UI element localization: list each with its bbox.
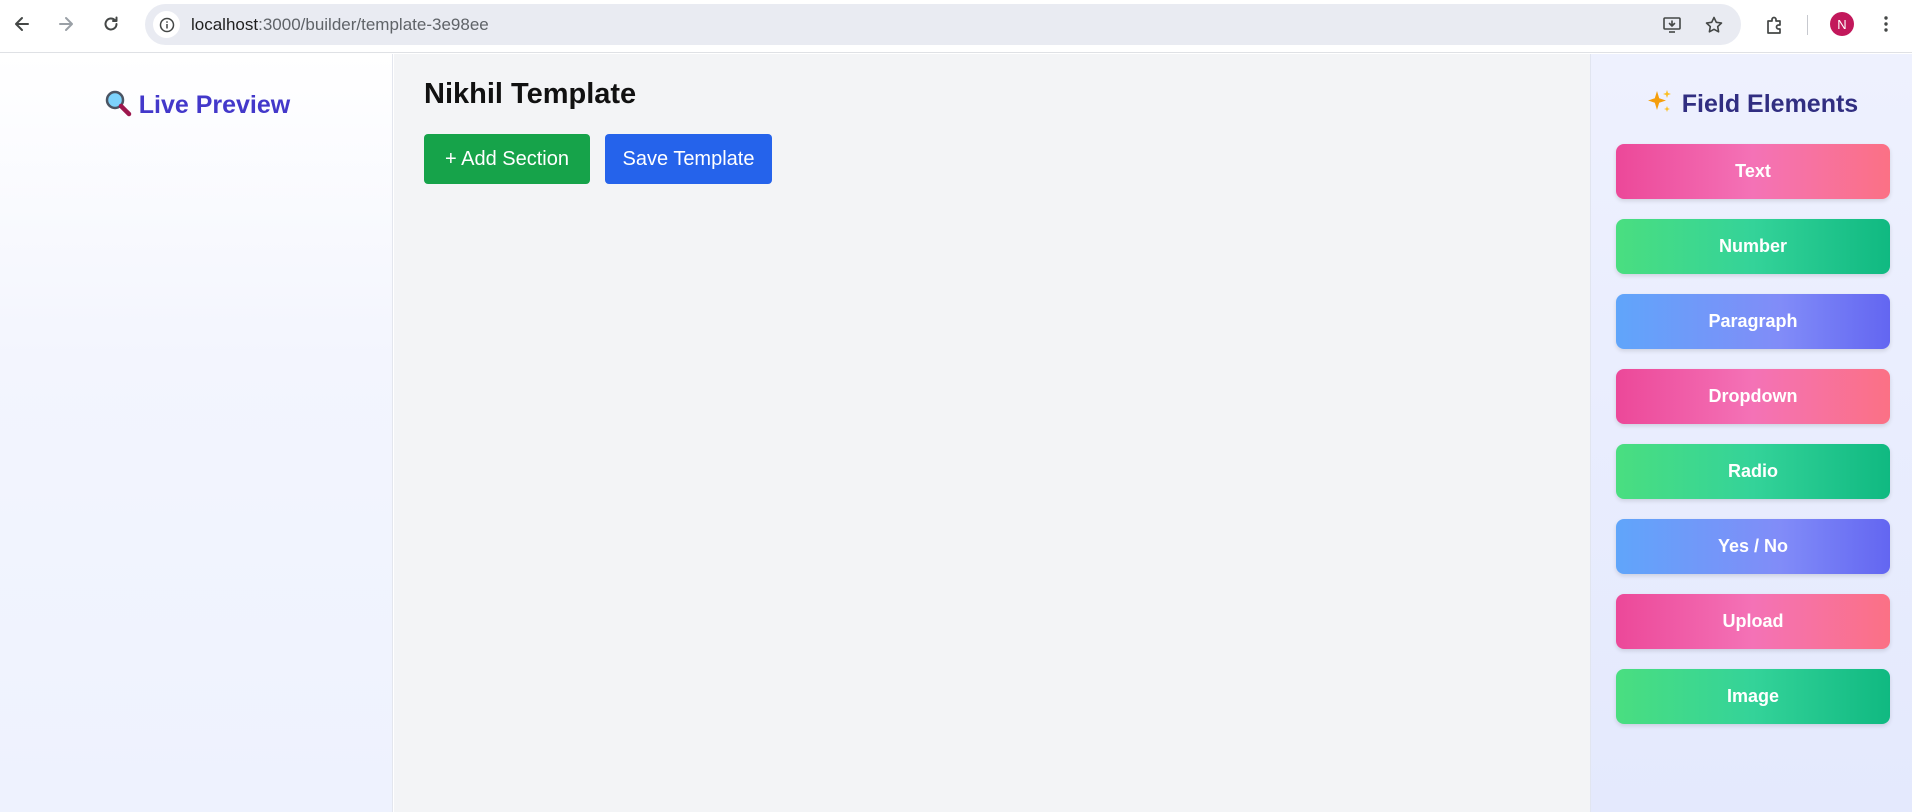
field-image-button[interactable]: Image (1616, 669, 1890, 724)
magnifier-icon (105, 90, 131, 117)
field-radio-button[interactable]: Radio (1616, 444, 1890, 499)
field-yes-no-button[interactable]: Yes / No (1616, 519, 1890, 574)
extensions-button[interactable] (1760, 10, 1790, 40)
template-name: Nikhil Template (424, 78, 637, 110)
sparkles-icon (1647, 90, 1671, 112)
address-bar[interactable]: localhost:3000/builder/template-3e98ee (145, 4, 1741, 45)
field-number-button[interactable]: Number (1616, 219, 1890, 274)
kebab-menu-icon (1884, 16, 1888, 32)
field-text-button[interactable]: Text (1616, 144, 1890, 199)
info-icon (159, 17, 174, 32)
live-preview-panel: Live Preview (0, 54, 393, 812)
bookmark-button[interactable] (1701, 12, 1727, 38)
arrow-left-icon (15, 17, 29, 31)
add-section-button[interactable]: + Add Section (424, 134, 590, 184)
field-elements-title: Field Elements (1681, 90, 1859, 118)
site-info-button[interactable] (153, 11, 180, 38)
url-text: localhost:3000/builder/template-3e98ee (191, 15, 489, 35)
toolbar-divider (1807, 15, 1808, 35)
builder-canvas: Nikhil Template + Add Section Save Templ… (394, 54, 1590, 812)
field-elements-panel: Field Elements Text Number Paragraph Dro… (1590, 54, 1912, 812)
browser-toolbar: localhost:3000/builder/template-3e98ee N (0, 0, 1912, 53)
profile-avatar[interactable]: N (1830, 12, 1854, 36)
url-host: localhost (191, 15, 259, 34)
url-path: :3000/builder/template-3e98ee (258, 15, 489, 34)
forward-button[interactable] (50, 8, 82, 40)
field-paragraph-button[interactable]: Paragraph (1616, 294, 1890, 349)
field-elements-heading: Field Elements (1591, 88, 1912, 119)
arrow-right-icon (59, 17, 73, 31)
field-dropdown-button[interactable]: Dropdown (1616, 369, 1890, 424)
reload-icon (104, 16, 118, 31)
puzzle-icon (1767, 16, 1781, 34)
save-template-button[interactable]: Save Template (605, 134, 772, 184)
reload-button[interactable] (95, 8, 127, 40)
install-app-button[interactable] (1659, 12, 1685, 38)
live-preview-heading: Live Preview (0, 88, 393, 120)
star-icon (1705, 16, 1723, 33)
back-button[interactable] (6, 8, 38, 40)
install-app-icon (1663, 17, 1681, 33)
browser-menu-button[interactable] (1874, 12, 1898, 36)
field-upload-button[interactable]: Upload (1616, 594, 1890, 649)
live-preview-title: Live Preview (138, 91, 291, 119)
